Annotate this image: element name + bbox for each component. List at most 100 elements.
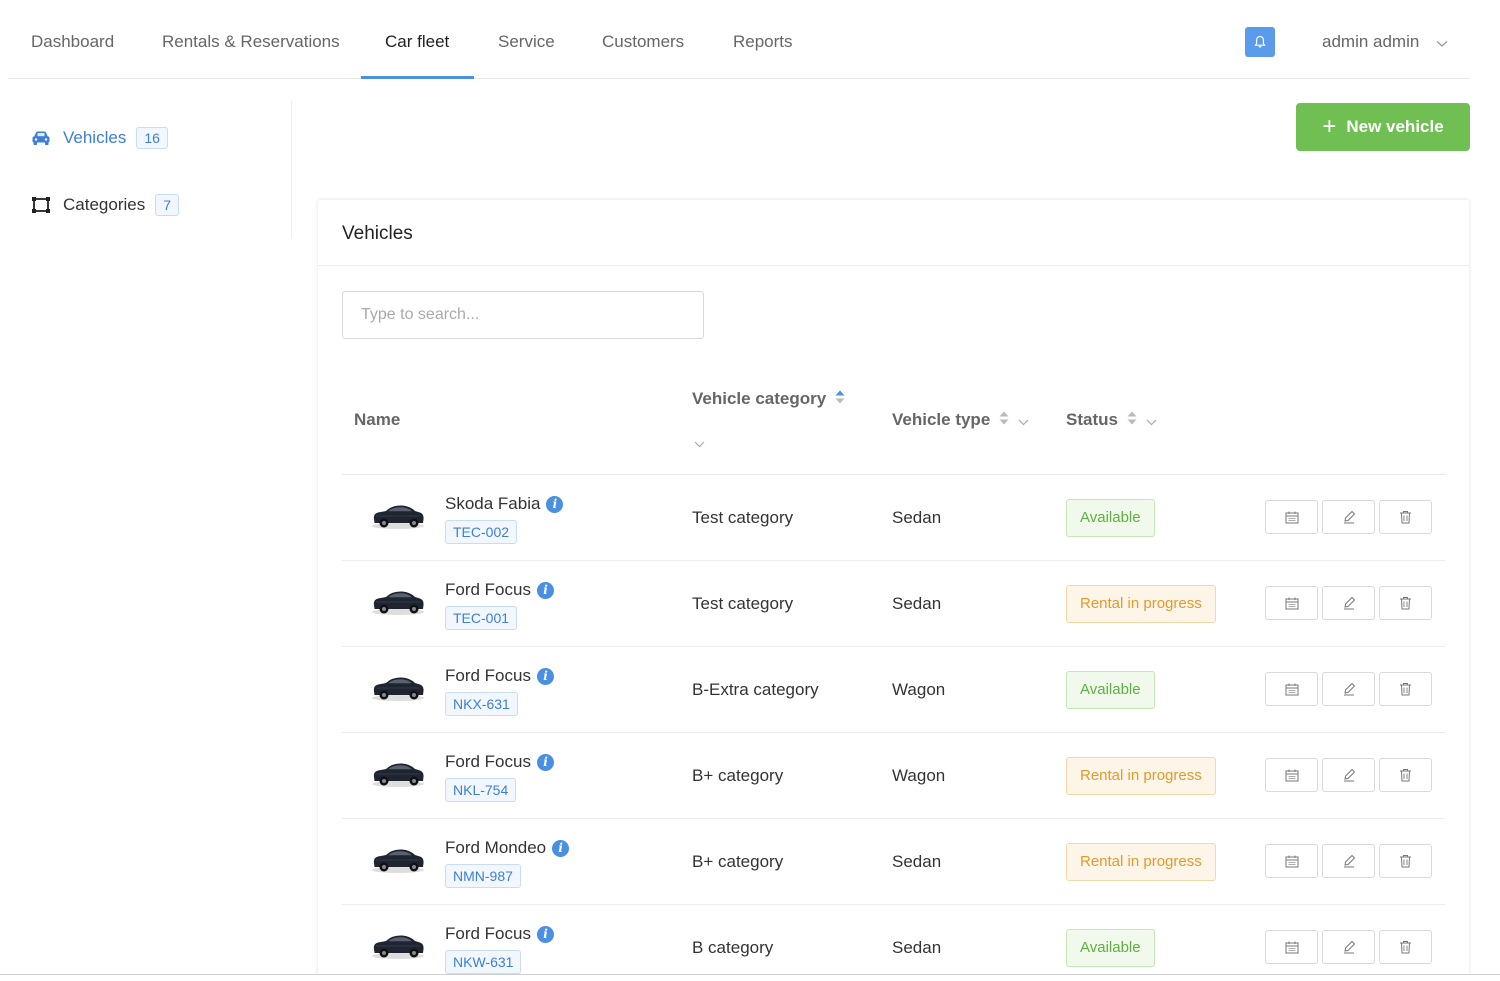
column-header-label: Vehicle category	[692, 389, 827, 408]
calendar-button[interactable]	[1265, 586, 1318, 620]
table-row[interactable]: Ford Focus i TEC-001 Test category Sedan…	[342, 561, 1445, 647]
car-thumbnail-icon	[370, 585, 426, 617]
car-thumbnail-icon	[370, 671, 426, 703]
delete-button[interactable]	[1379, 758, 1432, 792]
top-navigation: Dashboard Rentals & Reservations Car fle…	[8, 0, 1470, 79]
vehicle-name-text[interactable]: Ford Focus	[445, 666, 531, 686]
sidebar-item-label: Vehicles	[63, 128, 127, 147]
column-header-type[interactable]: Vehicle type	[892, 410, 1029, 431]
status-badge: Available	[1066, 929, 1155, 967]
calendar-icon	[1285, 597, 1298, 609]
vehicle-name: Ford Focus i	[445, 924, 554, 944]
sidebar-item-categories[interactable]: Categories 7	[31, 191, 180, 219]
vehicle-category: Test category	[692, 594, 794, 613]
vehicle-category: B+ category	[692, 766, 784, 785]
table-row[interactable]: Ford Focus i NKL-754 B+ category Wagon R…	[342, 733, 1445, 819]
info-icon[interactable]: i	[536, 753, 554, 771]
delete-button[interactable]	[1379, 586, 1432, 620]
info-icon[interactable]: i	[536, 581, 554, 599]
notifications-button[interactable]	[1245, 27, 1275, 57]
calendar-icon	[1285, 855, 1298, 867]
divider	[318, 265, 1469, 266]
edit-button[interactable]	[1322, 930, 1375, 964]
vehicle-name-text[interactable]: Ford Focus	[445, 580, 531, 600]
info-icon[interactable]: i	[536, 667, 554, 685]
table-row[interactable]: Ford Focus i NKX-631 B-Extra category Wa…	[342, 647, 1445, 733]
categories-count-badge: 7	[155, 194, 180, 216]
table-row[interactable]: Ford Mondeo i NMN-987 B+ category Sedan …	[342, 819, 1445, 905]
license-plate-badge: NKX-631	[445, 692, 518, 716]
nav-tab-customers[interactable]: Customers	[602, 0, 684, 79]
filter-chevron-down-icon[interactable]	[1146, 411, 1157, 431]
trash-icon	[1400, 855, 1411, 868]
vehicle-name-text[interactable]: Skoda Fabia	[445, 494, 540, 514]
status-badge: Rental in progress	[1066, 757, 1216, 795]
nav-tab-reports[interactable]: Reports	[733, 0, 793, 79]
status-badge: Available	[1066, 499, 1155, 537]
vehicle-name: Ford Focus i	[445, 580, 554, 600]
calendar-button[interactable]	[1265, 844, 1318, 878]
license-plate-badge: TEC-002	[445, 520, 518, 544]
sidebar-item-vehicles[interactable]: Vehicles 16	[31, 124, 168, 152]
calendar-button[interactable]	[1265, 500, 1318, 534]
table-row[interactable]: Skoda Fabia i TEC-002 Test category Seda…	[342, 475, 1445, 561]
info-icon[interactable]: i	[536, 925, 554, 943]
calendar-button[interactable]	[1265, 930, 1318, 964]
edit-button[interactable]	[1322, 500, 1375, 534]
user-menu[interactable]: admin admin	[1322, 0, 1448, 79]
vehicle-name-text[interactable]: Ford Focus	[445, 752, 531, 772]
new-vehicle-button[interactable]: + New vehicle	[1296, 103, 1470, 151]
calendar-icon	[1285, 941, 1298, 953]
calendar-icon	[1285, 511, 1298, 523]
info-icon[interactable]: i	[546, 495, 564, 513]
license-plate-badge: NKL-754	[445, 778, 517, 802]
vehicle-name: Ford Focus i	[445, 666, 554, 686]
nav-tab-service[interactable]: Service	[498, 0, 555, 79]
column-header-name[interactable]: Name	[354, 410, 400, 430]
license-plate-badge: NKW-631	[445, 950, 522, 974]
nav-tab-rentals[interactable]: Rentals & Reservations	[162, 0, 340, 79]
column-header-category[interactable]: Vehicle category	[692, 389, 846, 410]
sort-icon[interactable]	[834, 389, 846, 410]
trash-icon	[1400, 683, 1411, 696]
categories-icon	[31, 195, 53, 215]
delete-button[interactable]	[1379, 844, 1432, 878]
calendar-button[interactable]	[1265, 672, 1318, 706]
status-badge: Available	[1066, 671, 1155, 709]
edit-button[interactable]	[1322, 672, 1375, 706]
sort-icon[interactable]	[998, 410, 1010, 431]
table-row[interactable]: Ford Focus i NKW-631 B category Sedan Av…	[342, 905, 1445, 981]
chevron-down-icon	[1436, 1, 1448, 85]
car-thumbnail-icon	[370, 757, 426, 789]
filter-chevron-down-icon[interactable]	[1018, 411, 1029, 431]
vehicle-name-text[interactable]: Ford Focus	[445, 924, 531, 944]
edit-button[interactable]	[1322, 586, 1375, 620]
active-tab-indicator	[361, 76, 474, 79]
filter-chevron-down-icon[interactable]	[694, 435, 705, 453]
edit-button[interactable]	[1322, 758, 1375, 792]
trash-icon	[1400, 597, 1411, 610]
vehicle-name: Skoda Fabia i	[445, 494, 564, 514]
pencil-icon	[1343, 940, 1355, 954]
vehicle-name-text[interactable]: Ford Mondeo	[445, 838, 546, 858]
pencil-icon	[1343, 854, 1355, 868]
info-icon[interactable]: i	[552, 839, 570, 857]
car-thumbnail-icon	[370, 929, 426, 961]
nav-tab-dashboard[interactable]: Dashboard	[31, 0, 114, 79]
calendar-icon	[1285, 683, 1298, 695]
delete-button[interactable]	[1379, 500, 1432, 534]
trash-icon	[1400, 511, 1411, 524]
car-thumbnail-icon	[370, 843, 426, 875]
vehicle-type: Sedan	[892, 938, 942, 957]
search-input[interactable]	[342, 291, 704, 339]
pencil-icon	[1343, 596, 1355, 610]
column-header-status[interactable]: Status	[1066, 410, 1157, 431]
trash-icon	[1400, 769, 1411, 782]
vehicle-type: Sedan	[892, 852, 942, 871]
delete-button[interactable]	[1379, 672, 1432, 706]
sort-icon[interactable]	[1126, 410, 1138, 431]
nav-tab-car-fleet[interactable]: Car fleet	[385, 0, 449, 79]
edit-button[interactable]	[1322, 844, 1375, 878]
calendar-button[interactable]	[1265, 758, 1318, 792]
delete-button[interactable]	[1379, 930, 1432, 964]
